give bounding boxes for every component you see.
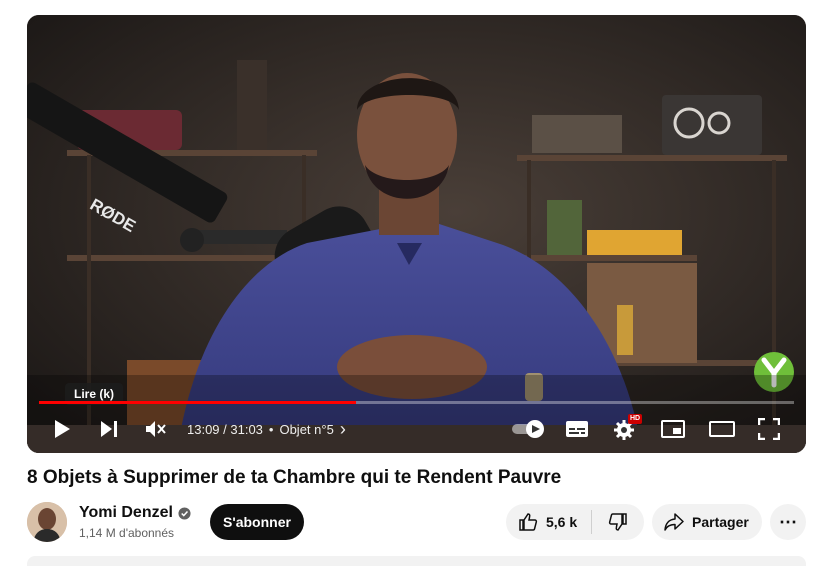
time-display: 13:09 / 31:03 • Objet n°5 ›: [187, 413, 346, 445]
share-label: Partager: [692, 514, 749, 530]
video-frame: RØDE: [27, 15, 806, 453]
subscriber-count: 1,14 M d'abonnés: [79, 526, 175, 540]
autoplay-toggle-icon: [512, 420, 544, 438]
miniplayer-button[interactable]: [660, 413, 686, 445]
mute-button[interactable]: [143, 413, 169, 445]
player-controls: 13:09 / 31:03 • Objet n°5 › HD: [27, 413, 806, 445]
time-separator: •: [268, 421, 274, 437]
channel-name[interactable]: Yomi Denzel: [79, 504, 173, 522]
miniplayer-icon: [661, 420, 685, 438]
progress-fill: [39, 401, 357, 404]
share-button[interactable]: Partager: [652, 504, 762, 540]
more-actions-button[interactable]: ⋯: [770, 504, 806, 540]
like-dislike-bar: 5,6 k: [506, 504, 644, 540]
mute-icon: [146, 421, 166, 437]
theater-button[interactable]: [708, 413, 736, 445]
next-button[interactable]: [96, 413, 122, 445]
avatar-image: [27, 502, 67, 542]
subtitles-button[interactable]: [564, 413, 590, 445]
next-icon: [101, 421, 117, 437]
dislike-button[interactable]: [592, 504, 644, 540]
verified-icon: [178, 506, 191, 520]
more-icon: ⋯: [779, 511, 797, 532]
subtitles-icon: [566, 421, 588, 437]
avatar[interactable]: [27, 502, 67, 542]
subscribe-button[interactable]: S'abonner: [210, 504, 304, 540]
video-title: 8 Objets à Supprimer de ta Chambre qui t…: [27, 467, 562, 488]
chapter-arrow-icon[interactable]: ›: [340, 419, 346, 440]
progress-bar[interactable]: [39, 401, 794, 404]
settings-button[interactable]: HD: [612, 413, 643, 445]
channel-name-row[interactable]: Yomi Denzel: [79, 504, 191, 522]
time-text: 13:09 / 31:03: [187, 421, 263, 437]
like-count: 5,6 k: [546, 514, 578, 530]
fullscreen-button[interactable]: [756, 413, 782, 445]
description-box[interactable]: [27, 556, 806, 566]
fullscreen-icon: [758, 418, 780, 440]
video-player[interactable]: RØDE Lire (k) 13:09 / 31:03 • Objet n°5 …: [27, 15, 806, 453]
hd-badge: HD: [628, 414, 643, 424]
like-button[interactable]: 5,6 k: [506, 504, 591, 540]
thumbs-up-icon: [519, 513, 538, 531]
thumbs-down-icon: [609, 513, 627, 531]
play-button[interactable]: [49, 413, 75, 445]
play-icon: [55, 420, 70, 438]
theater-icon: [709, 421, 735, 437]
share-icon: [664, 513, 684, 531]
autoplay-toggle[interactable]: [510, 413, 546, 445]
chapter-title[interactable]: Objet n°5: [279, 422, 333, 437]
